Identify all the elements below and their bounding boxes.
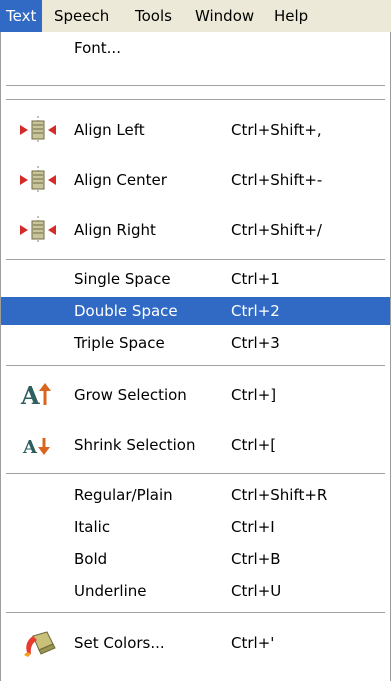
menu-item-label: Font... xyxy=(74,39,121,57)
align-left-icon xyxy=(20,116,56,144)
separator xyxy=(6,612,385,614)
menu-item-bold[interactable]: Bold Ctrl+B xyxy=(1,545,390,573)
separator xyxy=(6,99,385,101)
menu-item-label: Set Colors... xyxy=(74,634,165,652)
shortcut-label: Ctrl+Shift+/ xyxy=(231,221,322,239)
menu-item-label: Align Left xyxy=(74,121,145,139)
shortcut-label: Ctrl+B xyxy=(231,550,281,568)
menu-item-label: Grow Selection xyxy=(74,386,187,404)
shortcut-label: Ctrl+3 xyxy=(231,334,280,352)
menu-item-regular-plain[interactable]: Regular/Plain Ctrl+Shift+R xyxy=(1,481,390,509)
menu-item-align-center[interactable]: Align Center Ctrl+Shift+- xyxy=(1,157,390,203)
menu-item-grow-selection[interactable]: A Grow Selection Ctrl+] xyxy=(1,372,390,418)
menu-item-label: Align Center xyxy=(74,171,167,189)
shortcut-label: Ctrl+Shift+, xyxy=(231,121,322,139)
menu-bar: Text Speech Tools Window Help xyxy=(0,0,391,33)
text-menu-dropdown: Font... Align Left Ctrl+Shift+, Align Ce xyxy=(0,32,391,681)
shortcut-label: Ctrl+U xyxy=(231,582,282,600)
menu-help[interactable]: Help xyxy=(268,0,314,32)
shortcut-label: Ctrl+' xyxy=(231,634,275,652)
svg-text:A: A xyxy=(20,381,40,410)
menu-item-label: Regular/Plain xyxy=(74,486,173,504)
menu-item-single-space[interactable]: Single Space Ctrl+1 xyxy=(1,265,390,293)
menu-item-label: Single Space xyxy=(74,270,171,288)
menu-item-set-colors[interactable]: Set Colors... Ctrl+' xyxy=(1,620,390,666)
align-center-icon xyxy=(20,166,56,194)
shortcut-label: Ctrl+I xyxy=(231,518,275,536)
menu-item-label: Shrink Selection xyxy=(74,436,196,454)
menu-item-label: Double Space xyxy=(74,302,178,320)
menu-item-double-space[interactable]: Double Space Ctrl+2 xyxy=(1,297,390,325)
menu-speech[interactable]: Speech xyxy=(48,0,115,32)
shortcut-label: Ctrl+[ xyxy=(231,436,277,454)
menu-item-align-left[interactable]: Align Left Ctrl+Shift+, xyxy=(1,107,390,153)
shortcut-label: Ctrl+Shift+R xyxy=(231,486,328,504)
grow-selection-icon: A xyxy=(20,381,51,410)
shortcut-label: Ctrl+1 xyxy=(231,270,280,288)
separator xyxy=(6,259,385,261)
separator xyxy=(6,365,385,367)
menu-item-shrink-selection[interactable]: A Shrink Selection Ctrl+[ xyxy=(1,422,390,468)
menu-item-italic[interactable]: Italic Ctrl+I xyxy=(1,513,390,541)
svg-text:A: A xyxy=(22,437,38,458)
separator xyxy=(6,85,385,87)
menu-item-label: Underline xyxy=(74,582,147,600)
menu-window[interactable]: Window xyxy=(189,0,260,32)
menu-item-triple-space[interactable]: Triple Space Ctrl+3 xyxy=(1,329,390,357)
shortcut-label: Ctrl+Shift+- xyxy=(231,171,323,189)
menu-item-label: Bold xyxy=(74,550,108,568)
separator xyxy=(6,473,385,475)
shortcut-label: Ctrl+2 xyxy=(231,302,280,320)
shortcut-label: Ctrl+] xyxy=(231,386,277,404)
align-right-icon xyxy=(20,216,56,244)
shrink-selection-icon: A xyxy=(22,437,50,458)
menu-item-label: Align Right xyxy=(74,221,156,239)
menu-item-font[interactable]: Font... xyxy=(1,34,390,62)
paint-bucket-icon xyxy=(24,631,56,657)
menu-item-align-right[interactable]: Align Right Ctrl+Shift+/ xyxy=(1,207,390,253)
menu-item-label: Triple Space xyxy=(74,334,165,352)
menu-item-label: Italic xyxy=(74,518,111,536)
menu-text[interactable]: Text xyxy=(0,0,43,32)
menu-item-underline[interactable]: Underline Ctrl+U xyxy=(1,577,390,605)
menu-tools[interactable]: Tools xyxy=(129,0,178,32)
